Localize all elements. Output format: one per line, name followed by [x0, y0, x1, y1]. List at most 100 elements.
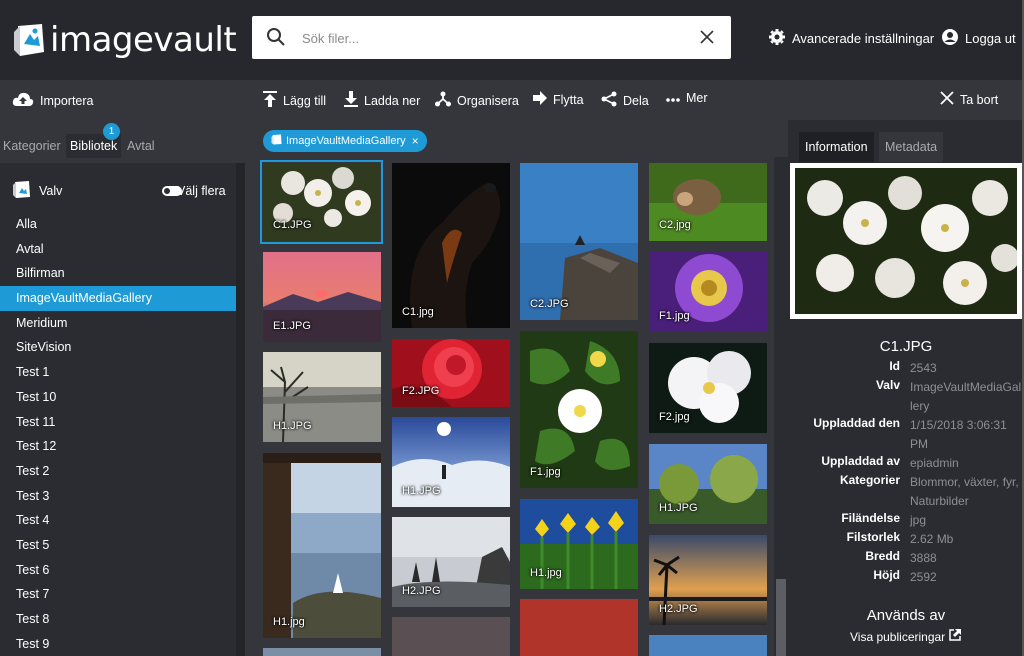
thumbnail[interactable]: H1.jpg — [263, 453, 381, 638]
scrollbar-thumb[interactable] — [776, 579, 786, 656]
thumbnail[interactable]: C1.JPG — [260, 160, 383, 244]
thumbnail[interactable]: F2.JPG — [392, 339, 510, 407]
download-icon — [344, 91, 364, 110]
thumbnail[interactable]: C2.JPG — [520, 163, 638, 320]
add-label: Lägg till — [283, 93, 327, 108]
sidebar-item-test-5[interactable]: Test 5 — [0, 533, 236, 558]
sidebar-item-imagevaultmediagallery[interactable]: ImageVaultMediaGallery — [0, 286, 236, 311]
tab-metadata[interactable]: Metadata — [879, 132, 944, 162]
thumbnail-label: H1.JPG — [273, 420, 312, 432]
sidebar-item-test-9[interactable]: Test 9 — [0, 632, 236, 656]
thumbnail-label: C2.JPG — [530, 298, 569, 310]
thumbnail[interactable]: C1.jpg — [392, 163, 510, 328]
thumbnail[interactable] — [263, 648, 381, 656]
sidebar-item-test-10[interactable]: Test 10 — [0, 385, 236, 410]
move-button[interactable]: Flytta — [533, 91, 584, 108]
thumbnail[interactable]: H1.jpg — [520, 499, 638, 589]
top-bar: imagevault Avancerade inställningar Logg… — [0, 0, 1024, 80]
thumbnail[interactable] — [649, 635, 767, 656]
sidebar-item-test-1[interactable]: Test 1 — [0, 360, 236, 385]
used-by-title: Används av — [866, 607, 946, 624]
filter-chip[interactable]: ImageVaultMediaGallery × — [263, 130, 427, 152]
tab-categories[interactable]: Kategorier — [3, 139, 61, 153]
search-input[interactable] — [302, 26, 682, 50]
meta-value: 2592 — [910, 570, 937, 584]
user-icon — [941, 28, 965, 49]
vault-label: Valv — [39, 184, 63, 198]
sidebar: Kategorier Bibliotek 1 Avtal Valv Välj f… — [0, 120, 245, 656]
sidebar-item-sitevision[interactable]: SiteVision — [0, 335, 236, 360]
add-button[interactable]: Lägg till — [263, 91, 326, 110]
thumbnail[interactable]: F2.jpg — [649, 343, 767, 433]
more-dots-icon — [666, 91, 686, 105]
upload-icon — [263, 91, 283, 110]
thumbnail[interactable] — [392, 617, 510, 656]
sidebar-item-test-12[interactable]: Test 12 — [0, 434, 236, 459]
library-count-badge: 1 — [103, 123, 120, 140]
close-icon — [940, 91, 960, 108]
thumbnail[interactable] — [520, 599, 638, 656]
delete-button[interactable]: Ta bort — [940, 91, 998, 108]
sidebar-scrollbar[interactable] — [236, 163, 245, 656]
sidebar-item-test-6[interactable]: Test 6 — [0, 558, 236, 583]
share-label: Dela — [623, 93, 649, 108]
thumbnail-label: C2.jpg — [659, 219, 691, 231]
thumbnail-label: E1.JPG — [273, 320, 311, 332]
logo[interactable]: imagevault — [12, 20, 237, 60]
sidebar-item-alla[interactable]: Alla — [0, 212, 236, 237]
thumbnail[interactable]: H2.JPG — [649, 535, 767, 625]
more-button[interactable]: Mer — [666, 91, 708, 105]
sidebar-item-test-3[interactable]: Test 3 — [0, 484, 236, 509]
tab-agreements[interactable]: Avtal — [127, 139, 155, 153]
close-icon[interactable]: × — [412, 134, 419, 148]
sidebar-item-test-7[interactable]: Test 7 — [0, 582, 236, 607]
sidebar-item-test-2[interactable]: Test 2 — [0, 459, 236, 484]
share-button[interactable]: Dela — [601, 91, 649, 110]
sidebar-item-avtal[interactable]: Avtal — [0, 237, 236, 262]
sidebar-item-test-4[interactable]: Test 4 — [0, 508, 236, 533]
thumbnail[interactable]: F1.jpg — [649, 252, 767, 332]
thumbnail[interactable]: H1.JPG — [263, 352, 381, 442]
thumbnail-label: F2.JPG — [402, 385, 440, 397]
thumbnail[interactable]: F1.jpg — [520, 331, 638, 488]
logout-button[interactable]: Logga ut — [941, 28, 1016, 49]
thumbnail[interactable]: H2.JPG — [392, 517, 510, 607]
sidebar-item-test-11[interactable]: Test 11 — [0, 410, 236, 435]
import-button[interactable]: Importera — [12, 91, 94, 110]
close-icon[interactable] — [699, 29, 715, 48]
advanced-settings-label: Avancerade inställningar — [792, 31, 935, 46]
meta-value: 2543 — [910, 361, 937, 375]
meta-value: Blommor, växter, fyr, Naturbilder — [910, 475, 1019, 508]
thumbnail[interactable]: E1.JPG — [263, 252, 381, 342]
toolbar: Importera Lägg till Ladda ner Organisera… — [0, 80, 1024, 120]
meta-key: Id — [889, 359, 900, 373]
thumbnail[interactable]: H1.JPG — [392, 417, 510, 507]
sitemap-icon — [435, 91, 457, 110]
meta-key: Höjd — [873, 568, 900, 582]
delete-label: Ta bort — [960, 92, 999, 107]
tab-information[interactable]: Information — [799, 132, 874, 162]
meta-key: Uppladdad av — [821, 454, 900, 468]
meta-value: 3888 — [910, 551, 937, 565]
sidebar-tabs: Kategorier Bibliotek 1 Avtal — [0, 120, 245, 163]
thumbnail-label: H1.jpg — [530, 567, 562, 579]
gallery-scrollbar[interactable] — [774, 157, 788, 656]
advanced-settings-button[interactable]: Avancerade inställningar — [768, 28, 934, 49]
meta-value: 2.62 Mb — [910, 532, 954, 546]
organize-button[interactable]: Organisera — [435, 91, 519, 110]
filter-chip-label: ImageVaultMediaGallery — [286, 135, 406, 147]
download-label: Ladda ner — [364, 93, 421, 108]
meta-key: Kategorier — [839, 473, 900, 487]
imagevault-logo-icon — [12, 22, 46, 58]
download-button[interactable]: Ladda ner — [344, 91, 420, 110]
import-label: Importera — [40, 93, 94, 108]
sidebar-item-bilfirman[interactable]: Bilfirman — [0, 261, 236, 286]
thumbnail[interactable]: C2.jpg — [649, 163, 767, 241]
show-publications-link[interactable]: Visa publiceringar — [850, 629, 962, 644]
thumbnail-label: C1.JPG — [273, 219, 312, 231]
sidebar-item-meridium[interactable]: Meridium — [0, 311, 236, 336]
sidebar-item-test-8[interactable]: Test 8 — [0, 607, 236, 632]
thumbnail-label: F2.jpg — [659, 411, 690, 423]
thumbnail-label: C1.jpg — [402, 306, 434, 318]
thumbnail[interactable]: H1.JPG — [649, 444, 767, 524]
